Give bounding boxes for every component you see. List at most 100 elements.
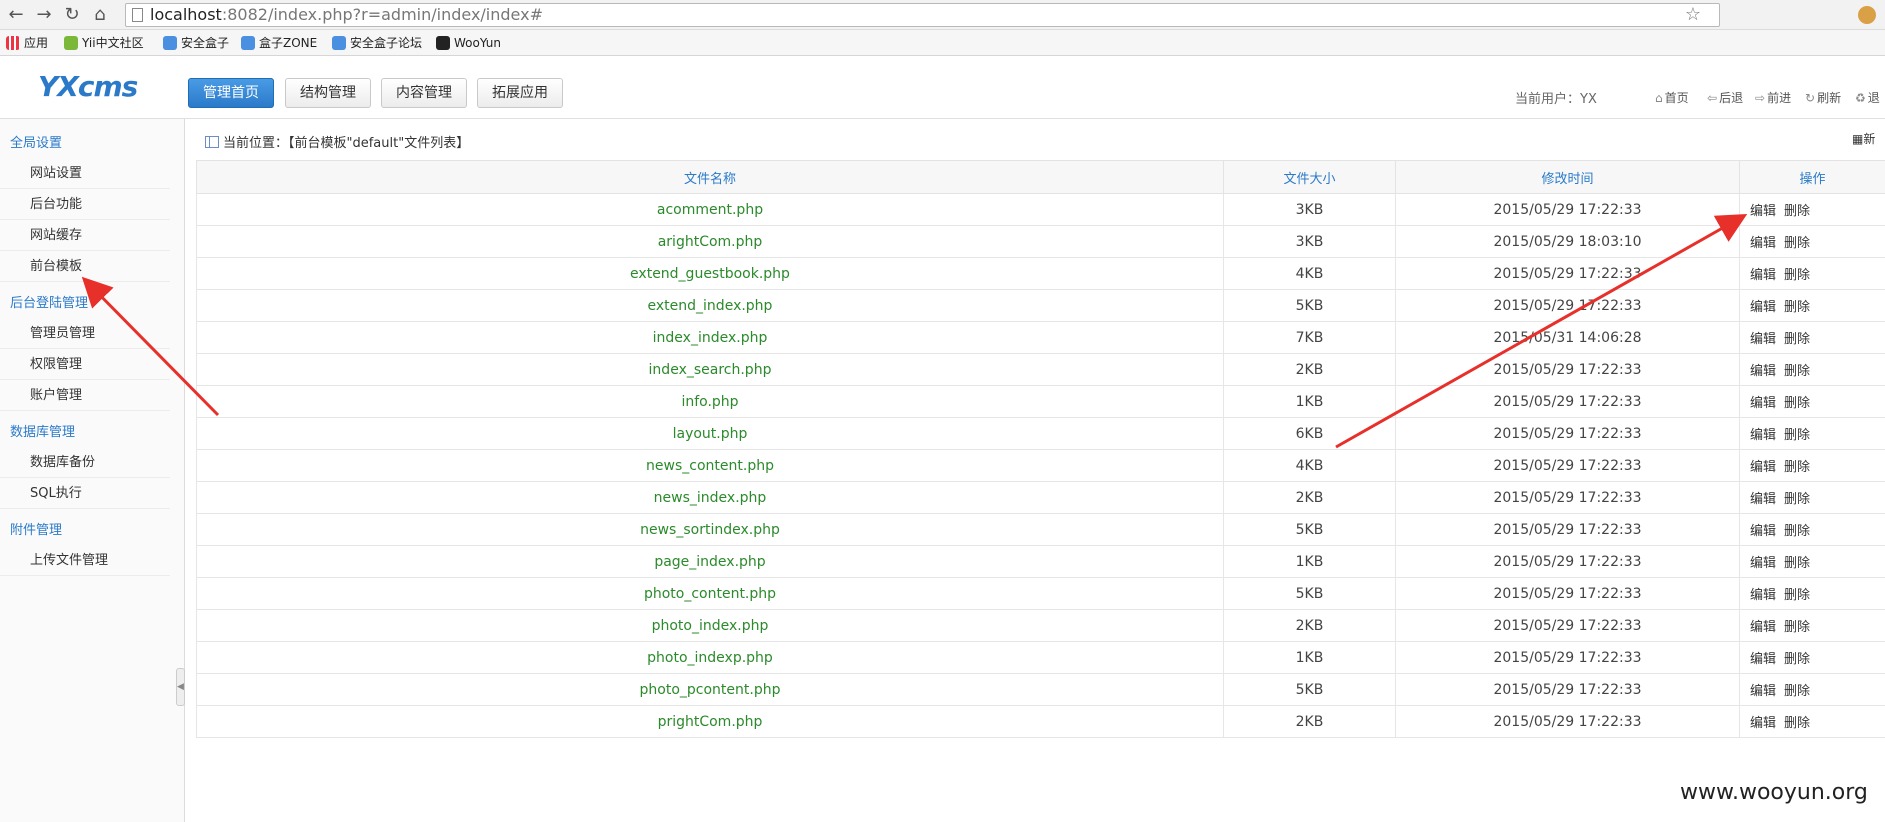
bookmark-wooyun[interactable]: WooYun xyxy=(436,30,501,56)
col-header-size[interactable]: 文件大小 xyxy=(1223,160,1396,194)
col-header-modified[interactable]: 修改时间 xyxy=(1395,160,1740,194)
tab-structure[interactable]: 结构管理 xyxy=(285,78,371,108)
delete-link[interactable]: 删除 xyxy=(1784,460,1810,475)
delete-link[interactable]: 删除 xyxy=(1784,620,1810,635)
table-row: layout.php 6KB 2015/05/29 17:22:33 编辑 删除 xyxy=(196,417,1885,450)
sidebar-item-site-cache[interactable]: 网站缓存 xyxy=(0,220,170,251)
sidebar-item-site-settings[interactable]: 网站设置 xyxy=(0,158,170,189)
bookmark-yii[interactable]: Yii中文社区 xyxy=(64,30,144,56)
bookmark-apps[interactable]: 应用 xyxy=(6,30,48,56)
hezi-icon xyxy=(241,36,255,50)
delete-link[interactable]: 删除 xyxy=(1784,556,1810,571)
quick-home[interactable]: ⌂ 首页 xyxy=(1655,89,1689,106)
row-actions: 编辑 删除 xyxy=(1739,353,1885,386)
row-actions: 编辑 删除 xyxy=(1739,193,1885,226)
sidebar-group-database[interactable]: 数据库管理 xyxy=(10,421,75,440)
quick-forward[interactable]: ⇨ 前进 xyxy=(1755,89,1791,106)
bookmark-star-icon[interactable]: ☆ xyxy=(1685,4,1701,26)
sidebar-item-uploads[interactable]: 上传文件管理 xyxy=(0,545,170,576)
delete-link[interactable]: 删除 xyxy=(1784,588,1810,603)
edit-link[interactable]: 编辑 xyxy=(1750,268,1776,283)
edit-link[interactable]: 编辑 xyxy=(1750,652,1776,667)
delete-link[interactable]: 删除 xyxy=(1784,364,1810,379)
bookmark-hezi-forum[interactable]: 安全盒子论坛 xyxy=(332,30,422,56)
edit-link[interactable]: 编辑 xyxy=(1750,524,1776,539)
address-bar[interactable]: localhost:8082/index.php?r=admin/index/i… xyxy=(125,3,1720,27)
sidebar-group-attachments[interactable]: 附件管理 xyxy=(10,519,62,538)
edit-link[interactable]: 编辑 xyxy=(1750,300,1776,315)
delete-link[interactable]: 删除 xyxy=(1784,428,1810,443)
home-icon[interactable]: ⌂ xyxy=(88,3,112,27)
file-name[interactable]: index_index.php xyxy=(196,321,1224,354)
bookmark-anquanhezi[interactable]: 安全盒子 xyxy=(163,30,229,56)
edit-link[interactable]: 编辑 xyxy=(1750,204,1776,219)
delete-link[interactable]: 删除 xyxy=(1784,716,1810,731)
edit-link[interactable]: 编辑 xyxy=(1750,716,1776,731)
file-modified: 2015/05/29 17:22:33 xyxy=(1395,641,1740,674)
edit-link[interactable]: 编辑 xyxy=(1750,460,1776,475)
sidebar-item-accounts[interactable]: 账户管理 xyxy=(0,380,170,411)
quick-refresh[interactable]: ↻ 刷新 xyxy=(1805,89,1841,106)
file-modified: 2015/05/29 17:22:33 xyxy=(1395,417,1740,450)
file-name[interactable]: news_index.php xyxy=(196,481,1224,514)
tab-content[interactable]: 内容管理 xyxy=(381,78,467,108)
edit-link[interactable]: 编辑 xyxy=(1750,364,1776,379)
file-name[interactable]: layout.php xyxy=(196,417,1224,450)
sidebar-item-backend-features[interactable]: 后台功能 xyxy=(0,189,170,220)
extension-cookie-icon[interactable] xyxy=(1858,6,1876,24)
delete-link[interactable]: 删除 xyxy=(1784,204,1810,219)
file-name[interactable]: arightCom.php xyxy=(196,225,1224,258)
edit-link[interactable]: 编辑 xyxy=(1750,620,1776,635)
sidebar-group-login-admin[interactable]: 后台登陆管理 xyxy=(10,292,88,311)
quick-back[interactable]: ⇦ 后退 xyxy=(1707,89,1743,106)
file-name[interactable]: news_sortindex.php xyxy=(196,513,1224,546)
delete-link[interactable]: 删除 xyxy=(1784,396,1810,411)
edit-link[interactable]: 编辑 xyxy=(1750,556,1776,571)
delete-link[interactable]: 删除 xyxy=(1784,300,1810,315)
file-name[interactable]: index_search.php xyxy=(196,353,1224,386)
file-name[interactable]: news_content.php xyxy=(196,449,1224,482)
file-name[interactable]: photo_pcontent.php xyxy=(196,673,1224,706)
delete-link[interactable]: 删除 xyxy=(1784,268,1810,283)
sidebar-item-permissions[interactable]: 权限管理 xyxy=(0,349,170,380)
edit-link[interactable]: 编辑 xyxy=(1750,492,1776,507)
edit-link[interactable]: 编辑 xyxy=(1750,684,1776,699)
delete-link[interactable]: 删除 xyxy=(1784,492,1810,507)
file-name[interactable]: photo_content.php xyxy=(196,577,1224,610)
file-name[interactable]: page_index.php xyxy=(196,545,1224,578)
file-name[interactable]: extend_guestbook.php xyxy=(196,257,1224,290)
col-header-filename[interactable]: 文件名称 xyxy=(196,160,1224,194)
file-name[interactable]: extend_index.php xyxy=(196,289,1224,322)
file-name[interactable]: photo_index.php xyxy=(196,609,1224,642)
reload-icon[interactable]: ↻ xyxy=(60,3,84,27)
edit-link[interactable]: 编辑 xyxy=(1750,332,1776,347)
tab-dashboard[interactable]: 管理首页 xyxy=(188,78,274,108)
sidebar-collapse-handle[interactable]: ◀ xyxy=(176,668,185,706)
new-file-button[interactable]: ▦新 xyxy=(1852,130,1875,147)
sidebar-item-sql-exec[interactable]: SQL执行 xyxy=(0,478,170,509)
tab-extensions[interactable]: 拓展应用 xyxy=(477,78,563,108)
file-modified: 2015/05/29 17:22:33 xyxy=(1395,353,1740,386)
file-name[interactable]: info.php xyxy=(196,385,1224,418)
delete-link[interactable]: 删除 xyxy=(1784,684,1810,699)
row-actions: 编辑 删除 xyxy=(1739,481,1885,514)
delete-link[interactable]: 删除 xyxy=(1784,524,1810,539)
back-arrow-icon[interactable]: ← xyxy=(4,3,28,27)
file-name[interactable]: photo_indexp.php xyxy=(196,641,1224,674)
edit-link[interactable]: 编辑 xyxy=(1750,428,1776,443)
edit-link[interactable]: 编辑 xyxy=(1750,588,1776,603)
edit-link[interactable]: 编辑 xyxy=(1750,396,1776,411)
file-name[interactable]: acomment.php xyxy=(196,193,1224,226)
quick-logout[interactable]: ♻ 退 xyxy=(1855,89,1880,106)
sidebar-group-global[interactable]: 全局设置 xyxy=(10,132,62,151)
delete-link[interactable]: 删除 xyxy=(1784,332,1810,347)
sidebar-item-admin-manage[interactable]: 管理员管理 xyxy=(0,318,170,349)
forward-arrow-icon[interactable]: → xyxy=(32,3,56,27)
bookmark-hezi-zone[interactable]: 盒子ZONE xyxy=(241,30,317,56)
delete-link[interactable]: 删除 xyxy=(1784,236,1810,251)
delete-link[interactable]: 删除 xyxy=(1784,652,1810,667)
file-name[interactable]: prightCom.php xyxy=(196,705,1224,738)
sidebar-item-db-backup[interactable]: 数据库备份 xyxy=(0,447,170,478)
sidebar-item-frontend-templates[interactable]: 前台模板 xyxy=(0,251,170,282)
edit-link[interactable]: 编辑 xyxy=(1750,236,1776,251)
